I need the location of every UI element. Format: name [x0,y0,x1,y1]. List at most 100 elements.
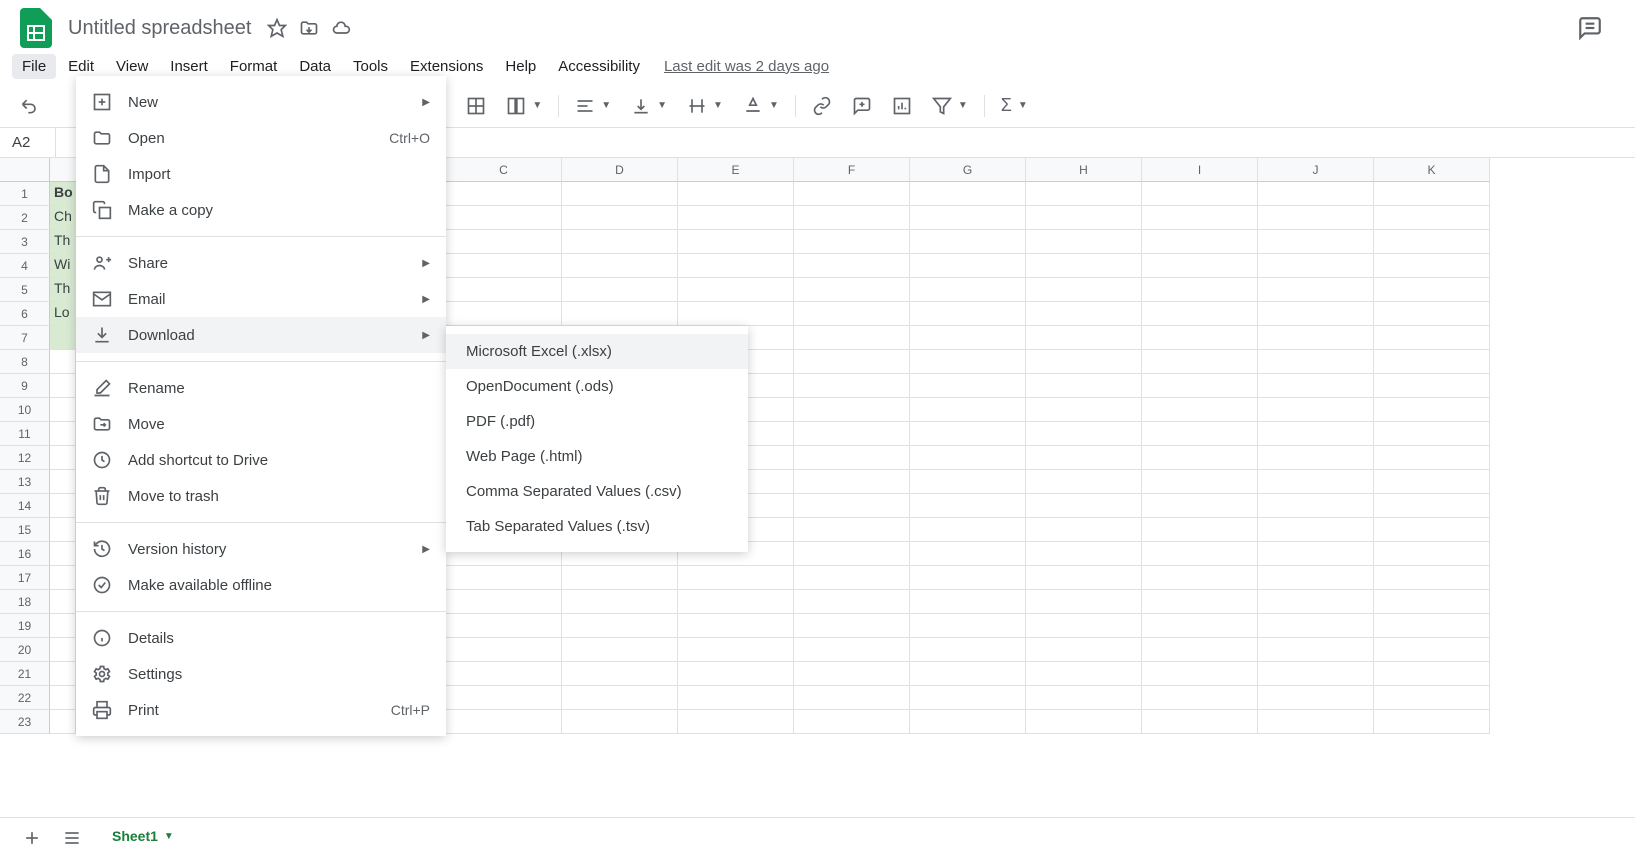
row-header[interactable]: 1 [0,182,50,206]
cell[interactable] [446,686,562,710]
cell[interactable] [1258,350,1374,374]
menubar-item-format[interactable]: Format [220,54,288,79]
cell[interactable] [794,422,910,446]
cell[interactable] [50,494,76,518]
cell[interactable] [910,374,1026,398]
cell[interactable] [1142,590,1258,614]
cell[interactable] [1258,422,1374,446]
cell[interactable] [1258,542,1374,566]
cell[interactable] [1026,302,1142,326]
cell[interactable] [1142,662,1258,686]
cell[interactable] [794,662,910,686]
cell[interactable] [910,278,1026,302]
cell[interactable] [50,614,76,638]
cell[interactable] [1374,470,1490,494]
menu-item-make-available-offline[interactable]: Make available offline [76,567,446,603]
cell[interactable] [1142,398,1258,422]
horizontal-align-button[interactable]: ▼ [567,90,619,122]
cell[interactable] [50,662,76,686]
cell[interactable] [50,398,76,422]
insert-comment-button[interactable] [844,90,880,122]
cell[interactable] [910,542,1026,566]
row-header[interactable]: 21 [0,662,50,686]
row-header[interactable]: 16 [0,542,50,566]
sheets-logo-icon[interactable] [16,8,56,48]
cell[interactable] [1258,614,1374,638]
row-header[interactable]: 3 [0,230,50,254]
cell[interactable] [1026,446,1142,470]
cell[interactable] [794,254,910,278]
submenu-item[interactable]: Web Page (.html) [446,439,748,474]
row-header[interactable]: 7 [0,326,50,350]
comments-icon[interactable] [1577,15,1603,41]
cell[interactable] [1026,470,1142,494]
cell[interactable] [1258,230,1374,254]
cell[interactable] [794,230,910,254]
cell[interactable] [1026,686,1142,710]
menu-item-email[interactable]: Email▶ [76,281,446,317]
cell[interactable] [910,614,1026,638]
row-header[interactable]: 9 [0,374,50,398]
cell[interactable] [794,206,910,230]
cell[interactable] [1026,518,1142,542]
add-sheet-button[interactable] [16,822,48,854]
cell[interactable] [1374,350,1490,374]
cell[interactable] [910,326,1026,350]
cell[interactable] [50,374,76,398]
cell[interactable] [1258,662,1374,686]
cell[interactable] [1026,590,1142,614]
cell[interactable] [446,662,562,686]
cell[interactable]: Bo [50,182,76,206]
column-header[interactable]: F [794,158,910,182]
cell[interactable] [562,206,678,230]
cell[interactable] [1374,494,1490,518]
text-rotation-button[interactable]: ▼ [735,90,787,122]
cell[interactable] [446,254,562,278]
row-header[interactable]: 8 [0,350,50,374]
cell[interactable] [1026,542,1142,566]
cell[interactable] [910,254,1026,278]
cell[interactable] [1026,206,1142,230]
cell[interactable] [1026,710,1142,734]
cell[interactable]: Lo [50,302,76,326]
row-header[interactable]: 11 [0,422,50,446]
cell[interactable] [1142,326,1258,350]
cell[interactable] [1258,590,1374,614]
submenu-item[interactable]: OpenDocument (.ods) [446,369,748,404]
cell[interactable] [562,590,678,614]
cell[interactable] [1026,326,1142,350]
submenu-item[interactable]: Comma Separated Values (.csv) [446,474,748,509]
cell[interactable] [562,254,678,278]
column-header[interactable]: K [1374,158,1490,182]
cell[interactable] [50,566,76,590]
cell[interactable] [1258,182,1374,206]
cell[interactable] [1374,398,1490,422]
cell[interactable] [1142,686,1258,710]
cell[interactable] [1374,206,1490,230]
cell[interactable] [446,614,562,638]
cell[interactable] [794,374,910,398]
menubar-item-data[interactable]: Data [289,54,341,79]
cell[interactable] [1258,566,1374,590]
sheet-tab[interactable]: Sheet1▼ [96,820,190,855]
cell[interactable] [1142,182,1258,206]
functions-button[interactable]: Σ▼ [993,89,1036,122]
menu-item-settings[interactable]: Settings [76,656,446,692]
cell[interactable]: Th [50,230,76,254]
cell[interactable] [1374,518,1490,542]
cell[interactable] [50,542,76,566]
cell[interactable] [1258,278,1374,302]
cell[interactable] [910,182,1026,206]
cell[interactable] [1258,470,1374,494]
cell[interactable] [1026,566,1142,590]
cell[interactable] [794,446,910,470]
borders-button[interactable] [458,90,494,122]
select-all-corner[interactable] [0,158,50,182]
cell[interactable] [562,230,678,254]
row-header[interactable]: 20 [0,638,50,662]
menubar-item-edit[interactable]: Edit [58,54,104,79]
cell[interactable] [1258,446,1374,470]
cell[interactable] [1374,662,1490,686]
cell[interactable] [910,638,1026,662]
menu-item-open[interactable]: OpenCtrl+O [76,120,446,156]
